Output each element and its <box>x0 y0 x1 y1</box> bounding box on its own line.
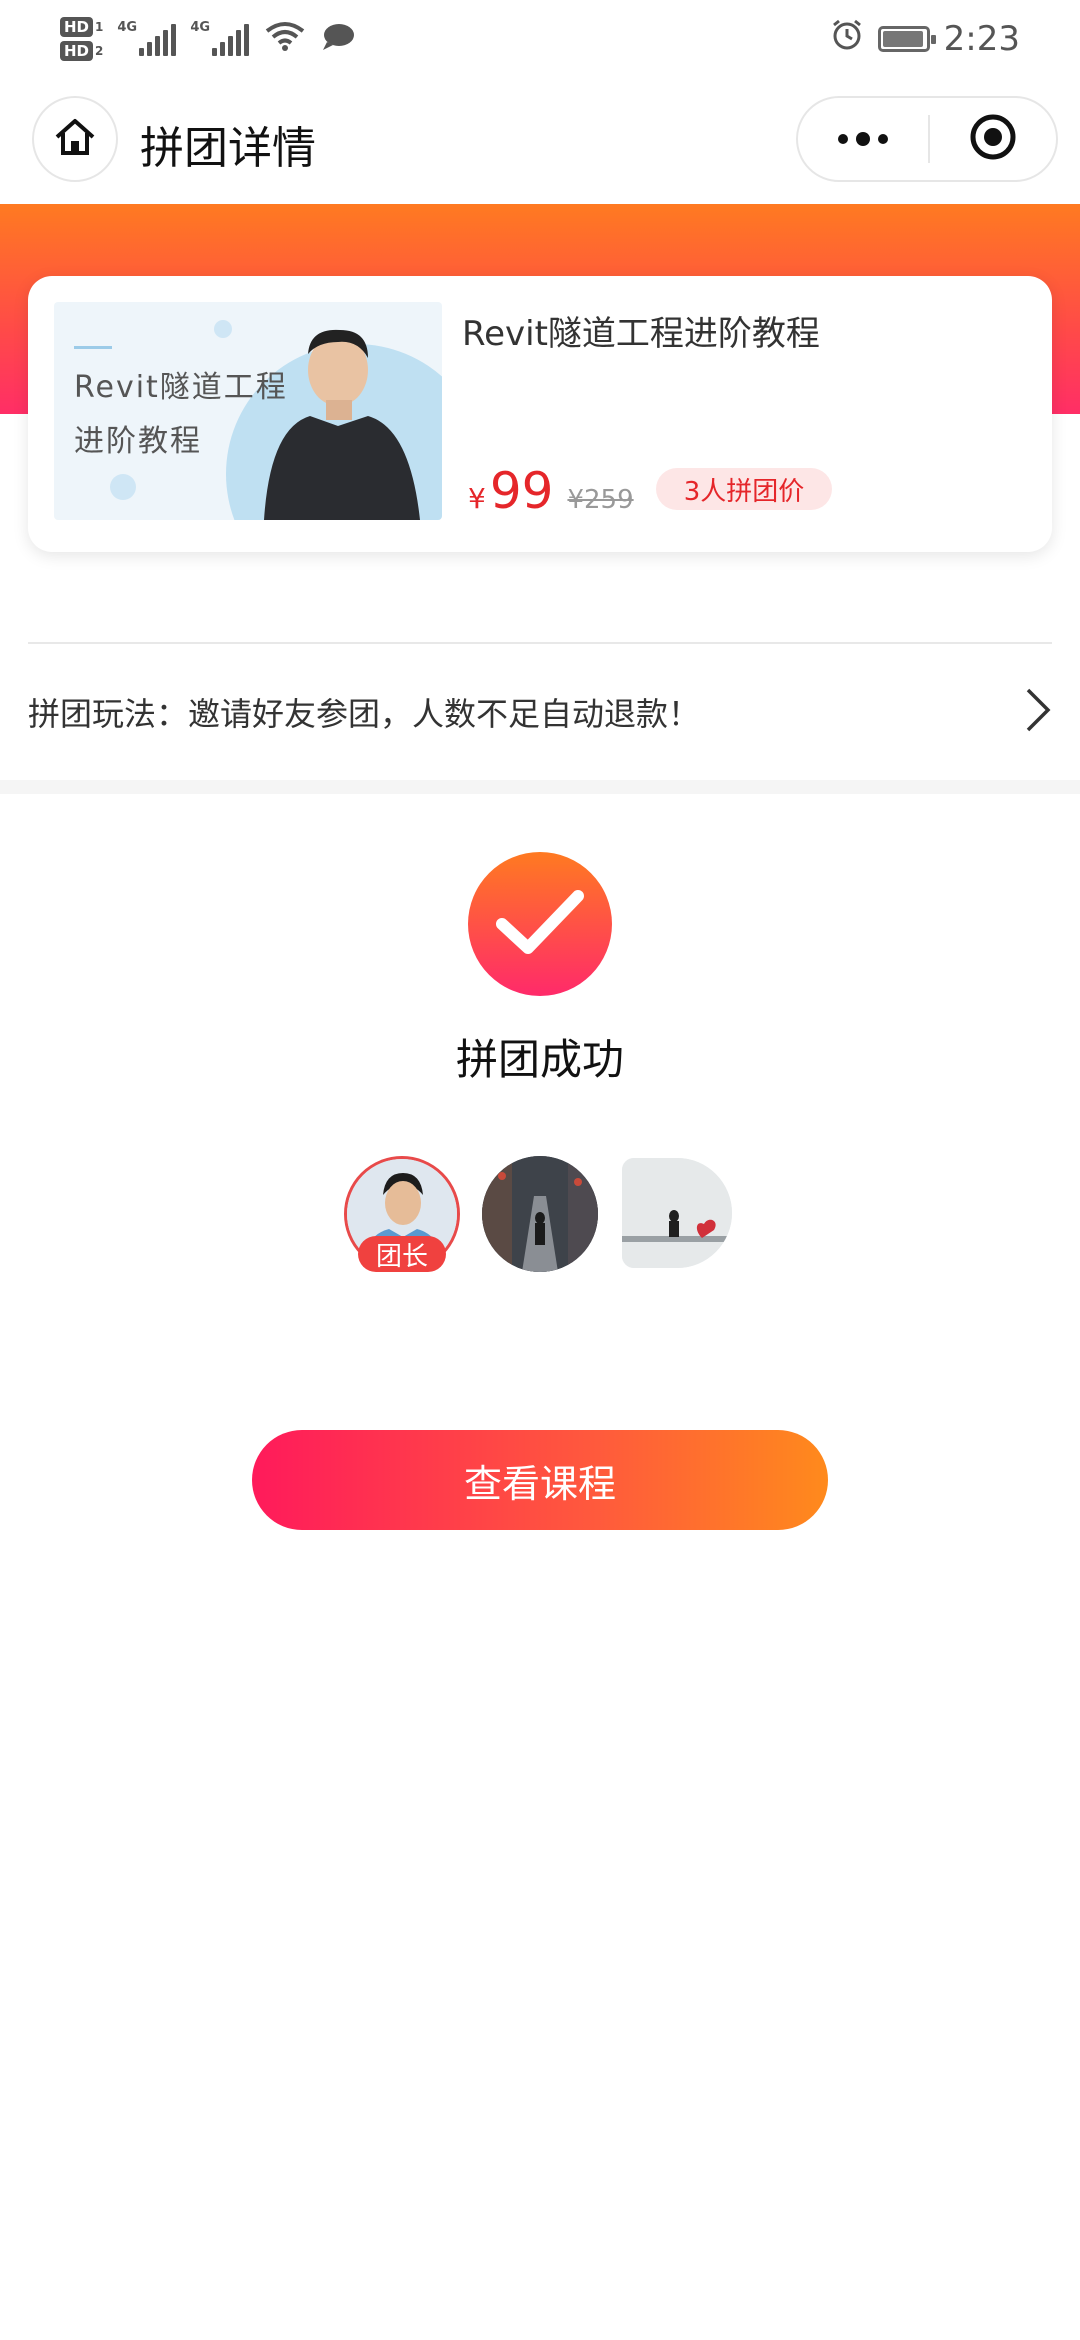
chevron-right-icon <box>1024 686 1052 738</box>
wifi-icon <box>265 21 305 57</box>
hd-indicators: HD 1 HD 2 <box>60 17 103 61</box>
group-members: 团长 <box>0 1156 1080 1276</box>
status-left: HD 1 HD 2 4G 4G <box>60 0 355 78</box>
chat-bubble-icon <box>321 22 355 56</box>
clock-time: 2:23 <box>943 19 1020 59</box>
price-row: ¥ 99 ¥259 <box>468 462 634 520</box>
group-rules-text: 拼团玩法：邀请好友参团，人数不足自动退款！ <box>28 695 701 733</box>
leader-tag: 团长 <box>358 1236 446 1272</box>
hd2-icon: HD 2 <box>60 41 103 61</box>
status-right: 2:23 <box>830 18 1020 61</box>
home-icon <box>53 117 97 161</box>
divider <box>28 642 1052 644</box>
signal-4g-icon: 4G <box>117 20 177 56</box>
group-price-badge: 3人拼团价 <box>656 468 832 510</box>
alarm-icon <box>830 18 864 61</box>
close-button[interactable] <box>930 98 1056 180</box>
nav-bar: 拼团详情 <box>0 78 1080 204</box>
course-card[interactable]: Revit隧道工程 进阶教程 Revit隧道工程进阶教程 ¥ 99 ¥259 3… <box>28 276 1052 552</box>
signal-4g-icon: 4G <box>190 20 250 56</box>
more-button[interactable] <box>798 98 928 180</box>
course-thumbnail: Revit隧道工程 进阶教程 <box>54 302 442 520</box>
more-dots-icon <box>838 132 888 146</box>
thumbnail-text-line2: 进阶教程 <box>74 424 202 459</box>
group-rules-row[interactable]: 拼团玩法：邀请好友参团，人数不足自动退款！ <box>28 684 1052 740</box>
target-icon <box>969 113 1017 165</box>
status-bar: HD 1 HD 2 4G 4G 2:23 <box>0 0 1080 78</box>
view-course-button[interactable]: 查看课程 <box>252 1430 828 1530</box>
home-button[interactable] <box>32 96 118 182</box>
battery-charging-icon <box>877 26 936 52</box>
instructor-photo <box>264 329 420 520</box>
group-success-text: 拼团成功 <box>455 1035 624 1084</box>
page-title: 拼团详情 <box>140 123 316 174</box>
group-price: 99 <box>489 462 554 520</box>
original-price: ¥259 <box>567 485 634 515</box>
currency-symbol: ¥ <box>468 482 486 515</box>
avatar-member[interactable] <box>622 1158 732 1268</box>
avatar-member[interactable] <box>482 1156 598 1272</box>
course-title: Revit隧道工程进阶教程 <box>462 314 820 354</box>
check-circle-icon <box>468 852 612 996</box>
section-separator <box>0 780 1080 794</box>
hd1-icon: HD 1 <box>60 17 103 37</box>
mini-program-capsule <box>796 96 1058 182</box>
